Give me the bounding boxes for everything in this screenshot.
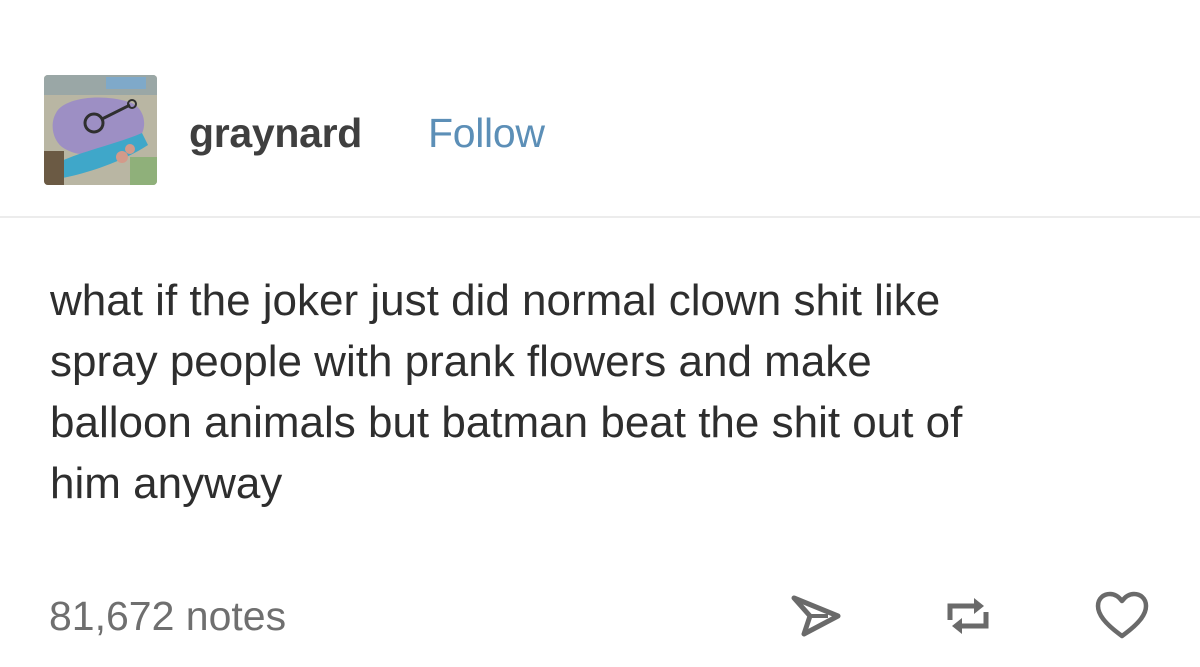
username[interactable]: graynard <box>189 110 362 157</box>
reblog-icon[interactable] <box>940 590 996 642</box>
post-text-line: balloon animals but batman beat the shit… <box>50 398 963 447</box>
avatar[interactable] <box>44 75 157 185</box>
notes-count[interactable]: 81,672 notes <box>49 593 286 640</box>
post-text-line: what if the joker just did normal clown … <box>50 276 941 325</box>
follow-button[interactable]: Follow <box>428 110 545 157</box>
post-body: what if the joker just did normal clown … <box>50 270 1160 514</box>
avatar-image <box>44 75 157 185</box>
post-text-line: him anyway <box>50 459 283 508</box>
post-text-line: spray people with prank flowers and make <box>50 337 872 386</box>
heart-icon[interactable] <box>1094 590 1150 642</box>
post-header: graynard Follow <box>0 0 1200 218</box>
share-icon[interactable] <box>788 590 844 642</box>
